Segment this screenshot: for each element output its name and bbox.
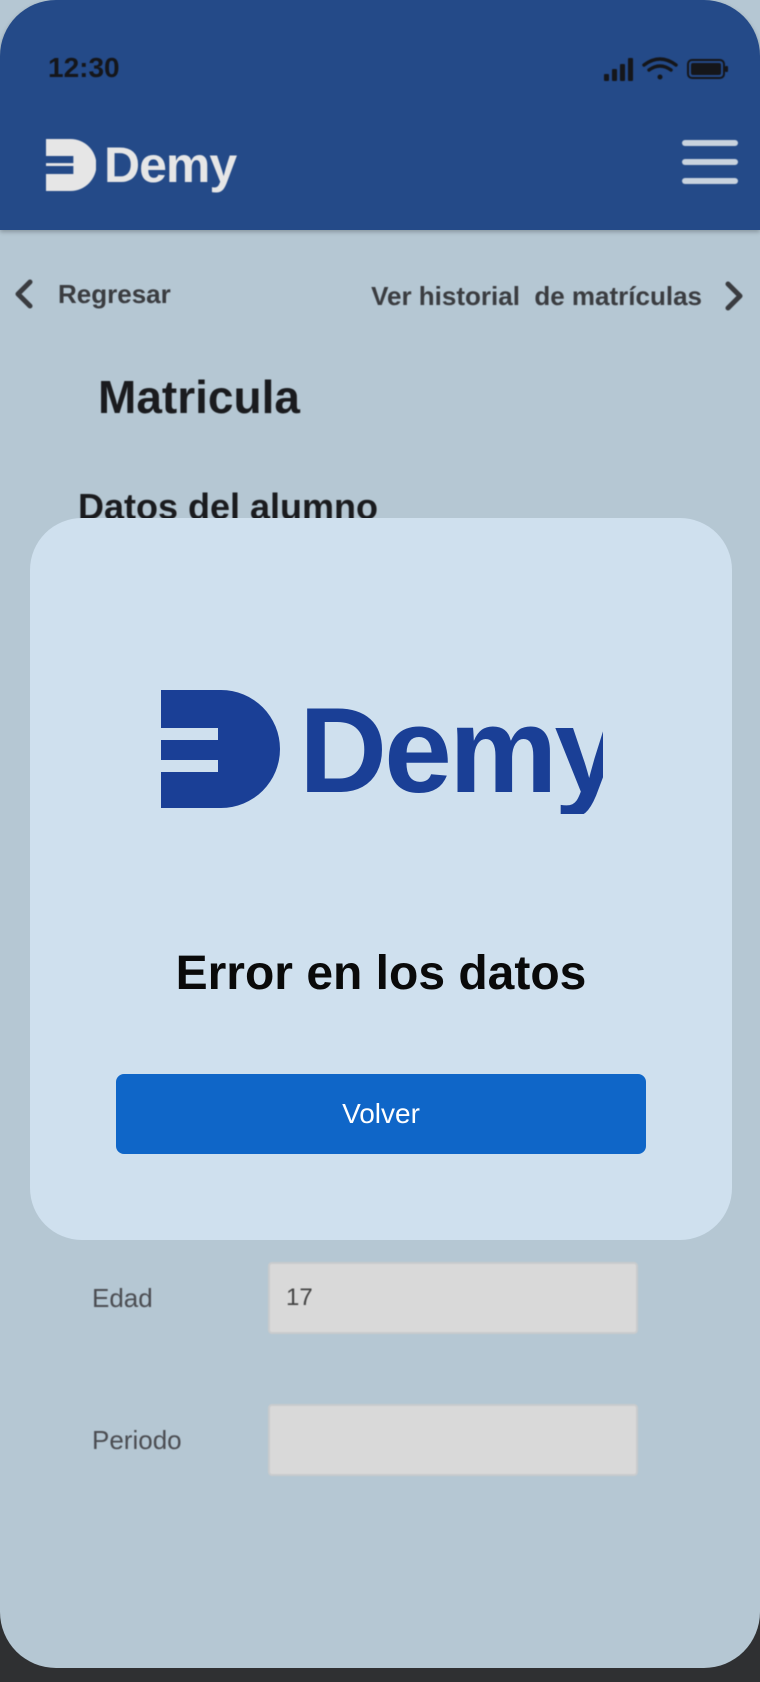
hamburger-menu-icon[interactable]: [682, 140, 738, 188]
period-label: Periodo: [92, 1424, 182, 1455]
page-title: Matricula: [98, 371, 300, 423]
app-header: 12:30 Demy: [0, 0, 760, 230]
signal-icon: [604, 58, 633, 81]
header-brand: Demy: [104, 137, 237, 193]
chevron-left-icon: [15, 279, 33, 309]
history-label: Ver historial de matrículas: [371, 280, 702, 311]
demy-logo-icon: [161, 690, 280, 808]
error-message: Error en los datos: [175, 947, 587, 1000]
back-label: Regresar: [58, 278, 171, 309]
modal-brand: Demy: [299, 690, 603, 814]
history-link[interactable]: Ver historial de matrículas: [371, 278, 748, 314]
demy-logo-icon: [46, 139, 96, 191]
period-row: Periodo: [92, 1404, 638, 1476]
back-link[interactable]: Regresar: [10, 276, 171, 312]
age-label: Edad: [92, 1282, 153, 1313]
status-icons: [604, 57, 728, 81]
demy-logo: Demy: [161, 690, 603, 814]
period-input[interactable]: [268, 1404, 638, 1476]
status-time: 12:30: [48, 52, 120, 83]
wifi-icon: [642, 57, 678, 80]
header-logo[interactable]: Demy: [46, 136, 237, 194]
battery-icon: [687, 59, 728, 79]
age-input[interactable]: 17: [268, 1262, 638, 1334]
volver-button[interactable]: Volver: [116, 1074, 646, 1154]
chevron-right-icon: [725, 281, 743, 311]
phone-screen: 12:30 Demy Regresar Ver historial de mat…: [0, 0, 760, 1668]
age-row: Edad 17: [92, 1262, 638, 1334]
error-modal: Demy Error en los datos Volver: [30, 518, 732, 1240]
